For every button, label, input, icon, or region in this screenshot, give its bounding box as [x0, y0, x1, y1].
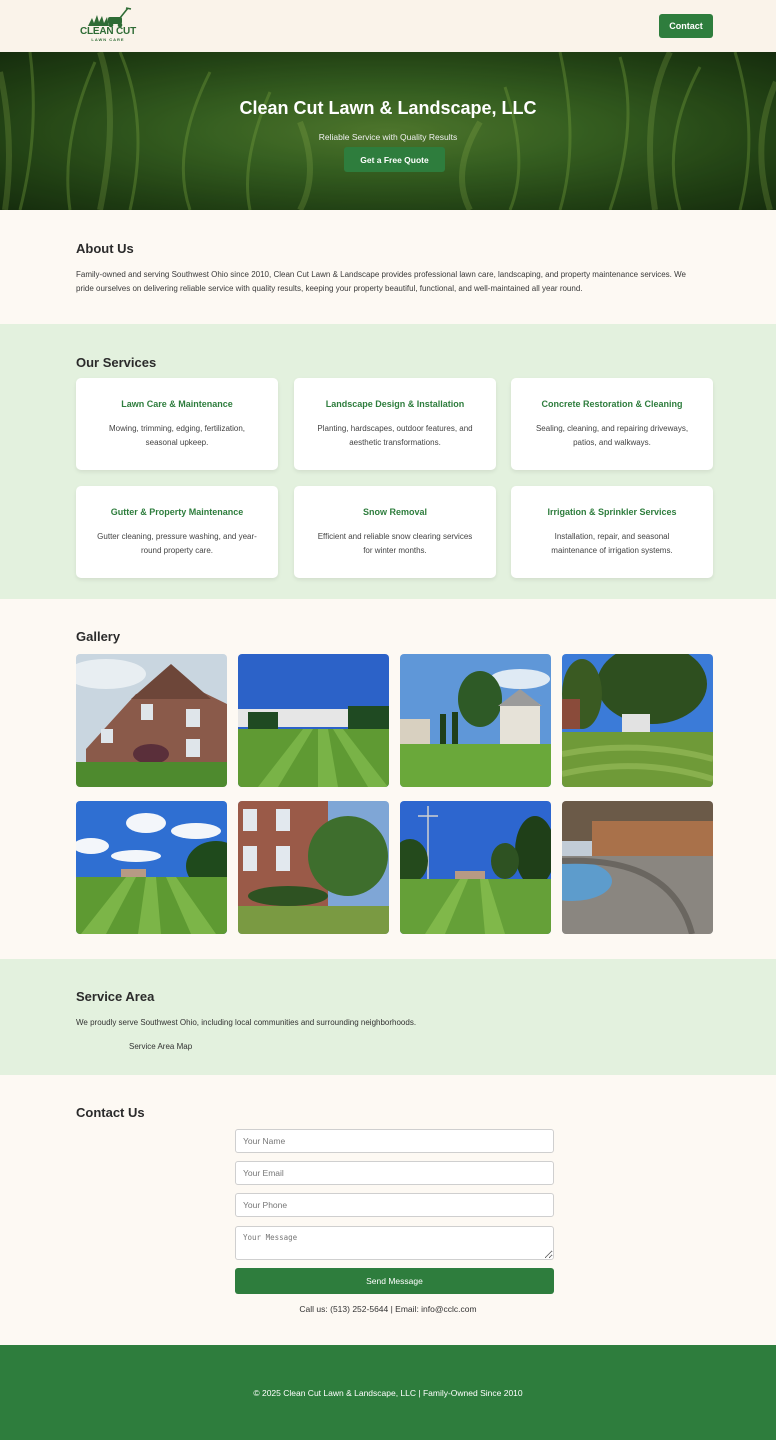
phone-input[interactable]	[235, 1193, 554, 1217]
services-title: Our Services	[76, 355, 157, 370]
footer-copyright: © 2025 Clean Cut Lawn & Landscape, LLC |…	[253, 1388, 523, 1398]
about-section: About Us Family-owned and serving Southw…	[0, 210, 776, 324]
service-title: Gutter & Property Maintenance	[110, 507, 244, 517]
contact-section: Contact Us Send Message Call us: (513) 2…	[0, 1075, 776, 1345]
service-card-irrigation: Irrigation & Sprinkler Services Installa…	[511, 486, 713, 578]
hero-subtitle: Reliable Service with Quality Results	[318, 132, 458, 142]
logo-tagline: LAWN CARE	[91, 37, 125, 42]
email-input[interactable]	[235, 1161, 554, 1185]
name-input[interactable]	[235, 1129, 554, 1153]
gallery-section: Gallery	[0, 599, 776, 959]
free-quote-button[interactable]: Get a Free Quote	[344, 147, 445, 172]
services-section: Our Services Lawn Care & Maintenance Mow…	[0, 324, 776, 599]
hero-title: Clean Cut Lawn & Landscape, LLC	[239, 98, 537, 118]
service-title: Snow Removal	[362, 507, 427, 517]
gallery-photo-pool-patio[interactable]	[562, 801, 713, 934]
service-area-section: Service Area We proudly serve Southwest …	[0, 959, 776, 1075]
service-description: Gutter cleaning, pressure washing, and y…	[97, 532, 257, 555]
send-message-button[interactable]: Send Message	[235, 1268, 554, 1294]
service-title: Irrigation & Sprinkler Services	[547, 507, 677, 517]
gallery-photo-brick-house[interactable]	[76, 654, 227, 787]
gallery-photo-wide-lawn[interactable]	[400, 801, 551, 934]
contact-title: Contact Us	[76, 1105, 145, 1120]
gallery-photo-striped-lawn[interactable]	[238, 654, 389, 787]
hero-banner: Clean Cut Lawn & Landscape, LLC Reliable…	[0, 52, 776, 210]
service-description: Planting, hardscapes, outdoor features, …	[317, 424, 473, 447]
about-text: Family-owned and serving Southwest Ohio …	[76, 270, 686, 293]
service-title: Lawn Care & Maintenance	[121, 399, 233, 409]
service-description: Efficient and reliable snow clearing ser…	[317, 532, 473, 555]
service-area-map: Service Area Map	[129, 1042, 193, 1051]
service-area-title: Service Area	[76, 989, 155, 1004]
lawnmower-icon	[88, 7, 132, 28]
service-card-snow-removal: Snow Removal Efficient and reliable snow…	[294, 486, 496, 578]
service-description: Installation, repair, and seasonal maint…	[551, 532, 673, 555]
service-card-concrete: Concrete Restoration & Cleaning Sealing,…	[511, 378, 713, 470]
service-card-landscape-design: Landscape Design & Installation Planting…	[294, 378, 496, 470]
gallery-title: Gallery	[76, 629, 121, 644]
grass-background-image	[0, 52, 776, 210]
gallery-photo-lawn-clouds[interactable]	[76, 801, 227, 934]
logo-name: CLEAN CUT	[80, 26, 136, 37]
service-description: Sealing, cleaning, and repairing drivewa…	[535, 424, 689, 447]
message-textarea[interactable]	[235, 1226, 554, 1260]
service-card-lawn-care: Lawn Care & Maintenance Mowing, trimming…	[76, 378, 278, 470]
gallery-photo-front-shrubs[interactable]	[238, 801, 389, 934]
service-title: Concrete Restoration & Cleaning	[541, 399, 683, 409]
site-footer: © 2025 Clean Cut Lawn & Landscape, LLC |…	[0, 1345, 776, 1440]
contact-info: Call us: (513) 252-5644 | Email: info@cc…	[299, 1304, 477, 1314]
site-header: CLEAN CUT LAWN CARE Contact	[0, 0, 776, 52]
gallery-photo-garden-house[interactable]	[400, 654, 551, 787]
logo[interactable]: CLEAN CUT LAWN CARE	[80, 6, 136, 44]
about-title: About Us	[76, 241, 134, 256]
service-description: Mowing, trimming, edging, fertilization,…	[108, 424, 246, 447]
gallery-photo-mowed-backyard[interactable]	[562, 654, 713, 787]
service-area-text: We proudly serve Southwest Ohio, includi…	[76, 1018, 417, 1027]
service-title: Landscape Design & Installation	[325, 399, 465, 409]
contact-button[interactable]: Contact	[659, 14, 713, 38]
service-card-gutter: Gutter & Property Maintenance Gutter cle…	[76, 486, 278, 578]
